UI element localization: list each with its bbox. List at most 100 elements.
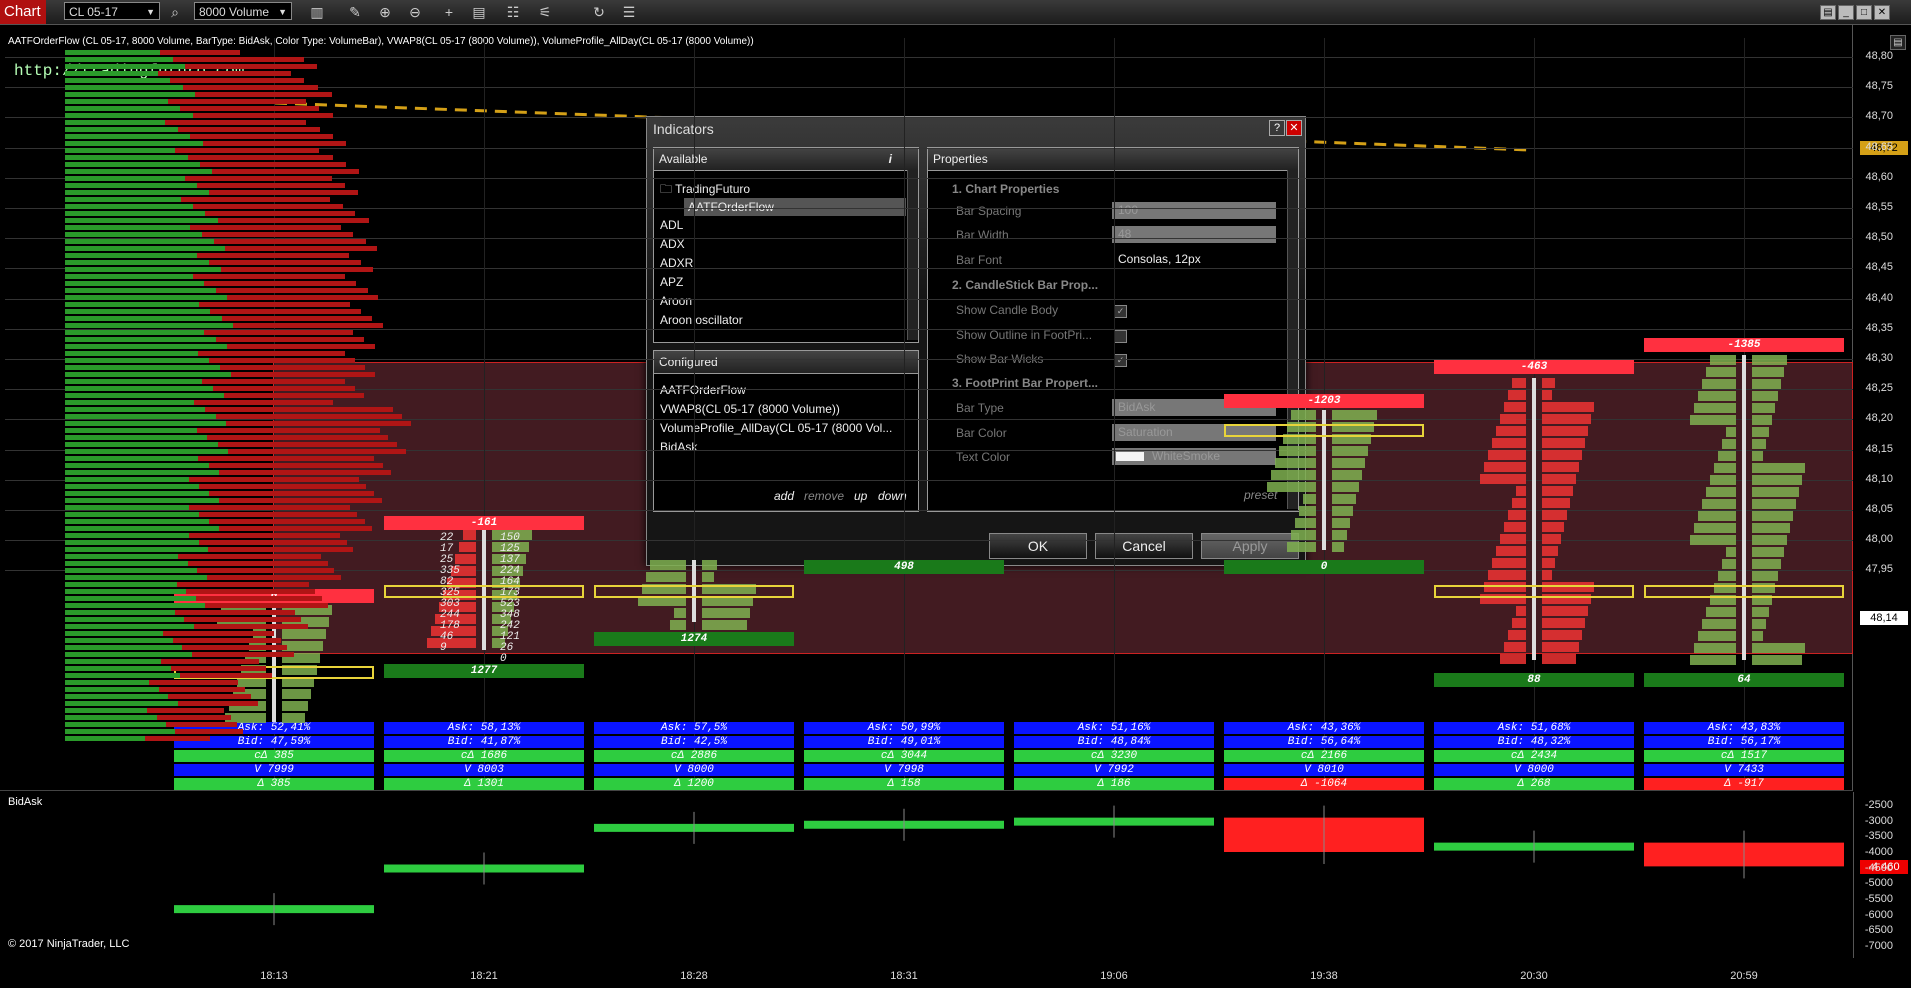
volume-profile-buy-bar — [65, 190, 209, 195]
available-item[interactable]: ADL — [660, 216, 683, 234]
footprint-ask-bar — [1752, 631, 1763, 641]
available-scrollbar[interactable] — [907, 170, 918, 340]
footprint-ask-bar — [1542, 522, 1564, 532]
available-item-selected[interactable]: AATFOrderFlow — [684, 198, 906, 216]
available-item[interactable]: Aroon oscillator — [660, 311, 743, 329]
volume-profile-sell-bar — [205, 407, 393, 412]
up-link[interactable]: up — [854, 489, 867, 503]
footprint-bid-bar — [1291, 410, 1316, 420]
folder-tradingfuturo[interactable]: 🗀 TradingFuturo — [660, 180, 750, 198]
volume-profile-sell-bar — [189, 505, 350, 510]
footprint-bid-bar — [1690, 535, 1736, 545]
poc-highlight-box — [1644, 585, 1844, 598]
footprint-ask-bar — [1752, 559, 1781, 569]
volume-profile-sell-bar — [205, 211, 355, 216]
footprint-bid-value: 9 — [440, 642, 447, 654]
volume-profile-sell-bar — [163, 631, 274, 636]
bidask-tick-label: -6000 — [1864, 908, 1893, 921]
category-chart-properties[interactable]: 1. Chart Properties — [952, 182, 1059, 196]
show-wicks-checkbox[interactable]: ✓ — [1114, 354, 1127, 367]
volume-profile-buy-bar — [65, 295, 227, 300]
volume-profile-sell-bar — [219, 470, 391, 475]
available-item[interactable]: Aroon — [660, 292, 692, 310]
poc-highlight-box — [1224, 424, 1424, 437]
color-swatch — [1116, 452, 1144, 461]
footprint-ask-bar — [1752, 607, 1769, 617]
volume-value: V 8010 — [1224, 764, 1424, 776]
volume-profile-buy-bar — [65, 232, 202, 237]
footprint-ask-bar — [1752, 523, 1790, 533]
time-tick-label: 18:31 — [890, 970, 918, 982]
bar-font-value[interactable]: Consolas, 12px — [1112, 251, 1276, 268]
bar-type-label: Bar Type — [956, 401, 1004, 415]
bar-width-field[interactable]: 48 — [1112, 226, 1276, 243]
volume-profile-sell-bar — [199, 540, 347, 545]
volume-profile-sell-bar — [202, 232, 353, 237]
footprint-bid-bar — [1718, 571, 1736, 581]
time-gridline — [1324, 38, 1325, 778]
volume-profile-sell-bar — [219, 498, 382, 503]
poc-highlight-box — [1434, 585, 1634, 598]
volume-profile-sell-bar — [209, 260, 361, 265]
bar-type-value: BidAsk — [1118, 400, 1156, 414]
down-link[interactable]: down — [878, 489, 907, 503]
volume-profile-buy-bar — [65, 603, 205, 608]
volume-profile-sell-bar — [170, 78, 304, 83]
footprint-ask-bar — [1752, 547, 1784, 557]
footprint-bid-bar — [459, 542, 476, 552]
footprint-ask-bar — [1542, 510, 1567, 520]
volume-profile-sell-bar — [175, 610, 295, 615]
volume-profile-sell-bar — [189, 533, 340, 538]
ask-percent: Ask: 43,83% — [1644, 722, 1844, 734]
time-tick-label: 18:13 — [260, 970, 288, 982]
footprint-ask-bar — [1752, 619, 1766, 629]
cumulative-delta: cΔ 3230 — [1014, 750, 1214, 762]
bar-spacing-field[interactable]: 100 — [1112, 202, 1276, 219]
show-candle-body-checkbox[interactable]: ✓ — [1114, 305, 1127, 318]
volume-profile-buy-bar — [65, 274, 193, 279]
footprint-ask-bar — [1332, 410, 1377, 420]
configured-item[interactable]: BidAsk — [660, 438, 697, 456]
remove-link[interactable]: remove — [804, 489, 844, 503]
ok-button[interactable]: OK — [989, 533, 1087, 559]
volume-profile-buy-bar — [65, 729, 175, 734]
bidask-tick-label: -6500 — [1864, 924, 1893, 937]
footprint-ask-bar — [1542, 654, 1576, 664]
configured-item[interactable]: VWAP8(CL 05-17 (8000 Volume)) — [660, 400, 840, 418]
footprint-ask-bar — [282, 689, 311, 699]
cumulative-delta: cΔ 3044 — [804, 750, 1004, 762]
volume-profile-sell-bar — [180, 673, 272, 678]
volume-profile-sell-bar — [225, 246, 377, 251]
volume-profile-sell-bar — [214, 239, 366, 244]
footprint-ask-value: 0 — [500, 653, 507, 665]
volume-profile-buy-bar — [65, 372, 231, 377]
info-icon[interactable]: i — [889, 148, 892, 170]
footprint-bid-bar — [1718, 451, 1736, 461]
help-icon[interactable]: ? — [1269, 120, 1285, 136]
volume-profile-sell-bar — [173, 57, 304, 62]
close-dialog-icon[interactable]: ✕ — [1286, 120, 1302, 136]
show-outline-checkbox[interactable] — [1114, 330, 1127, 343]
price-tick-label: 48,75 — [1865, 80, 1893, 93]
volume-profile-sell-bar — [199, 512, 357, 517]
volume-profile-sell-bar — [178, 554, 321, 559]
volume-profile-buy-bar — [65, 344, 227, 349]
footprint-ask-bar — [1542, 630, 1582, 640]
cancel-button[interactable]: Cancel — [1095, 533, 1193, 559]
price-tick-label: 48,05 — [1865, 503, 1893, 515]
apply-button[interactable]: Apply — [1201, 533, 1299, 559]
volume-profile-sell-bar — [190, 225, 341, 230]
cumulative-delta: cΔ 2886 — [594, 750, 794, 762]
footprint-bid-bar — [1690, 655, 1736, 665]
footprint-bid-bar — [1496, 426, 1526, 436]
volume-profile-sell-bar — [209, 358, 355, 363]
footprint-ask-bar — [1542, 486, 1573, 496]
footprint-bid-bar — [1726, 547, 1736, 557]
volume-profile-sell-bar — [193, 204, 343, 209]
volume-profile-sell-bar — [220, 365, 365, 370]
volume-profile-buy-bar — [65, 246, 225, 251]
category-footprint[interactable]: 3. FootPrint Bar Propert... — [952, 376, 1098, 390]
add-link[interactable]: add — [774, 489, 794, 503]
category-candlestick[interactable]: 2. CandleStick Bar Prop... — [952, 278, 1098, 292]
available-item[interactable]: APZ — [660, 273, 683, 291]
